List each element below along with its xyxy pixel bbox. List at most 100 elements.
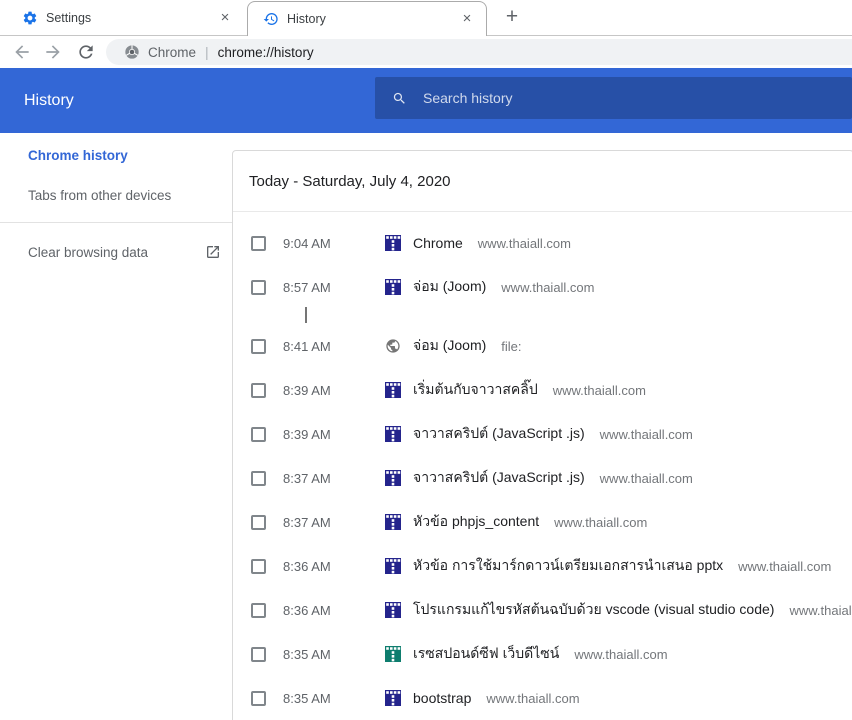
- tab-settings-label: Settings: [46, 11, 216, 25]
- row-title-link[interactable]: เรซสปอนด์ซีฟ เว็บดีไซน์: [413, 643, 559, 665]
- omnibox-url: chrome://history: [218, 45, 314, 60]
- thaiall-favicon: [385, 602, 401, 618]
- row-title-link[interactable]: โปรแกรมแก้ไขรหัสต้นฉบับด้วย vscode (visu…: [413, 599, 774, 621]
- tab-history-label: History: [287, 12, 458, 26]
- row-title-link[interactable]: bootstrap: [413, 690, 471, 706]
- row-checkbox[interactable]: [251, 280, 266, 295]
- row-domain: file:: [501, 339, 521, 354]
- row-title-link[interactable]: หัวข้อ การใช้มาร์กดาวน์เตรียมเอกสารนำเสน…: [413, 555, 723, 577]
- history-row: 8:41 AM จ่อม (Joom) file:: [233, 324, 852, 368]
- history-row: 8:36 AM หัวข้อ การใช้มาร์กดาวน์เตรียมเอก…: [233, 544, 852, 588]
- sidebar: Chrome history Tabs from other devices C…: [0, 133, 232, 272]
- chrome-logo-icon: [124, 44, 140, 60]
- reload-icon[interactable]: [76, 42, 96, 62]
- row-domain: www.thaiall.com: [478, 236, 571, 251]
- row-time: 8:36 AM: [283, 603, 385, 618]
- new-tab-button[interactable]: +: [498, 4, 526, 32]
- row-checkbox[interactable]: [251, 559, 266, 574]
- thaiall-favicon: [385, 646, 401, 662]
- sidebar-separator: [0, 222, 232, 223]
- history-list: 9:04 AM Chrome www.thaiall.com 8:57 AM จ…: [233, 221, 852, 720]
- search-icon: [392, 91, 407, 106]
- history-row: 8:35 AM bootstrap www.thaiall.com: [233, 676, 852, 720]
- row-time: 8:39 AM: [283, 427, 385, 442]
- sidebar-item-tabs-from-other-devices[interactable]: Tabs from other devices: [0, 175, 232, 215]
- history-icon: [263, 11, 279, 27]
- row-title-link[interactable]: จ่อม (Joom): [413, 335, 486, 357]
- browser-toolbar: Chrome | chrome://history: [0, 36, 852, 68]
- history-row: 8:39 AM เริ่มต้นกับจาวาสคลิ๊ป www.thaial…: [233, 368, 852, 412]
- close-icon[interactable]: ×: [458, 10, 476, 28]
- globe-icon: [385, 338, 401, 354]
- history-row: 8:37 AM หัวข้อ phpjs_content www.thaiall…: [233, 500, 852, 544]
- row-title-link[interactable]: เริ่มต้นกับจาวาสคลิ๊ป: [413, 379, 538, 401]
- text-cursor-artifact: [305, 307, 307, 323]
- row-title-link[interactable]: หัวข้อ phpjs_content: [413, 511, 539, 533]
- row-time: 8:57 AM: [283, 280, 385, 295]
- tab-history[interactable]: History ×: [247, 1, 487, 36]
- history-row: 9:04 AM Chrome www.thaiall.com: [233, 221, 852, 265]
- page-title: History: [24, 68, 74, 133]
- row-title-link[interactable]: จาวาสคริปต์ (JavaScript .js): [413, 423, 585, 445]
- history-row: 8:35 AM เรซสปอนด์ซีฟ เว็บดีไซน์ www.thai…: [233, 632, 852, 676]
- row-domain: www.thaiall.com: [574, 647, 667, 662]
- thaiall-favicon: [385, 690, 401, 706]
- tab-strip: Settings × History × +: [0, 0, 852, 36]
- history-row: 8:37 AM จาวาสคริปต์ (JavaScript .js) www…: [233, 456, 852, 500]
- row-checkbox[interactable]: [251, 383, 266, 398]
- search-box[interactable]: [375, 77, 852, 119]
- sidebar-item-label: Chrome history: [28, 148, 128, 163]
- history-card: Today - Saturday, July 4, 2020 9:04 AM C…: [232, 150, 852, 720]
- row-checkbox[interactable]: [251, 603, 266, 618]
- row-domain: www.thaiall.com: [501, 280, 594, 295]
- row-domain: www.thaiall.com: [486, 691, 579, 706]
- row-domain: www.thaiall.com: [600, 427, 693, 442]
- row-time: 8:35 AM: [283, 691, 385, 706]
- back-icon[interactable]: [12, 42, 32, 62]
- search-input[interactable]: [423, 90, 852, 106]
- history-app-header: History: [0, 68, 852, 133]
- thaiall-favicon: [385, 514, 401, 530]
- row-checkbox[interactable]: [251, 647, 266, 662]
- sidebar-item-clear-browsing-data[interactable]: Clear browsing data: [0, 232, 232, 272]
- thaiall-favicon: [385, 382, 401, 398]
- row-checkbox[interactable]: [251, 691, 266, 706]
- omnibox-site-chip: Chrome: [148, 45, 196, 60]
- history-content: Chrome history Tabs from other devices C…: [0, 133, 852, 720]
- row-time: 8:41 AM: [283, 339, 385, 354]
- omnibox[interactable]: Chrome | chrome://history: [106, 39, 852, 65]
- row-time: 8:36 AM: [283, 559, 385, 574]
- row-domain: www.thaiall.com: [738, 559, 831, 574]
- row-checkbox[interactable]: [251, 471, 266, 486]
- row-domain: www.thaiall.com: [553, 383, 646, 398]
- row-checkbox[interactable]: [251, 515, 266, 530]
- thaiall-favicon: [385, 558, 401, 574]
- row-domain: www.thaiall.com: [554, 515, 647, 530]
- history-row: 8:36 AM โปรแกรมแก้ไขรหัสต้นฉบับด้วย vsco…: [233, 588, 852, 632]
- row-time: 8:35 AM: [283, 647, 385, 662]
- sidebar-item-label: Clear browsing data: [28, 245, 148, 260]
- row-checkbox[interactable]: [251, 339, 266, 354]
- tab-settings[interactable]: Settings ×: [0, 0, 247, 35]
- omnibox-separator: |: [205, 44, 209, 60]
- row-checkbox[interactable]: [251, 427, 266, 442]
- history-row: 8:57 AM จ่อม (Joom) www.thaiall.com: [233, 265, 852, 309]
- row-time: 8:39 AM: [283, 383, 385, 398]
- thaiall-favicon: [385, 235, 401, 251]
- row-title-link[interactable]: จาวาสคริปต์ (JavaScript .js): [413, 467, 585, 489]
- external-link-icon: [205, 244, 221, 260]
- forward-icon[interactable]: [43, 42, 63, 62]
- date-header: Today - Saturday, July 4, 2020: [233, 151, 852, 212]
- row-time: 8:37 AM: [283, 471, 385, 486]
- thaiall-favicon: [385, 279, 401, 295]
- row-title-link[interactable]: จ่อม (Joom): [413, 276, 486, 298]
- history-row: 8:39 AM จาวาสคริปต์ (JavaScript .js) www…: [233, 412, 852, 456]
- row-time: 8:37 AM: [283, 515, 385, 530]
- gear-icon: [22, 10, 38, 26]
- thaiall-favicon: [385, 426, 401, 442]
- sidebar-item-chrome-history[interactable]: Chrome history: [0, 135, 232, 175]
- row-checkbox[interactable]: [251, 236, 266, 251]
- close-icon[interactable]: ×: [216, 9, 234, 27]
- sidebar-item-label: Tabs from other devices: [28, 188, 171, 203]
- row-title-link[interactable]: Chrome: [413, 235, 463, 251]
